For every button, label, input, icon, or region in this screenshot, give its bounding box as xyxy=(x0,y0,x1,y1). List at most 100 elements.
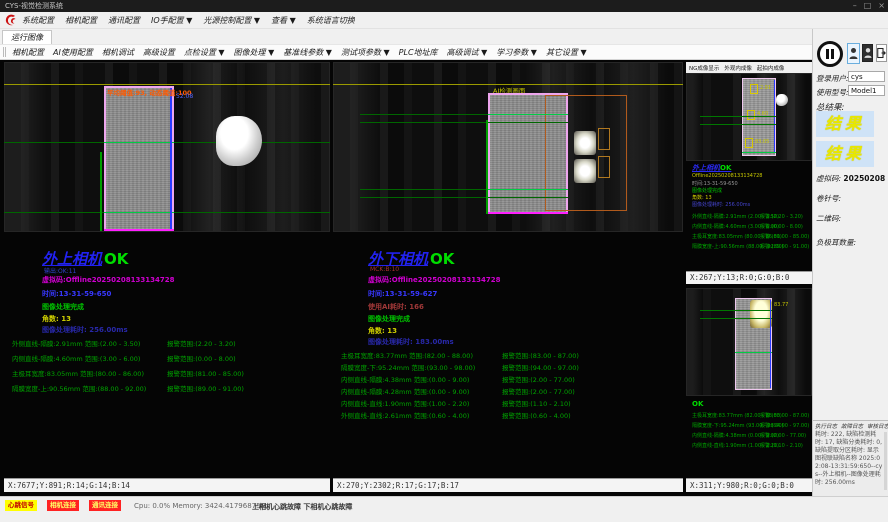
mid-corner-count: 角数: 13 xyxy=(368,326,397,336)
mid-bottom-line-magenta xyxy=(488,212,568,214)
tool-camera-debug[interactable]: 相机调试 xyxy=(102,47,134,58)
menu-view[interactable]: 查看 ▼ xyxy=(271,15,296,26)
minimize-icon[interactable]: – xyxy=(853,0,857,12)
mid-measurement-row: 内侧直线-隔膜:4.38mm 范围:(0.00 - 9.00) 报警范围:(2.… xyxy=(341,374,469,384)
maximize-icon[interactable]: □ xyxy=(864,0,872,12)
mid-measure-line xyxy=(360,122,568,123)
left-output-sub: 输出:OK:11 xyxy=(44,266,76,275)
model-label: 使用型号: xyxy=(816,87,849,98)
alarm-range: 报警:(2.00 - 77.00) xyxy=(760,432,806,439)
ng-defect-box xyxy=(750,84,758,94)
logout-button[interactable] xyxy=(876,44,887,62)
measurement-text: 内侧直线-隔膜:4.28mm 范围:(0.00 - 9.00) xyxy=(341,388,469,396)
alarm-range: 报警:(94.00 - 97.00) xyxy=(760,422,809,429)
left-process-status: 图像处理完成 xyxy=(42,302,84,312)
ng-tab-start[interactable]: 起拍内成像 xyxy=(757,64,785,72)
ng-measurement-row: 外侧直线-隔膜:2.91mm (2.00 - 3.50) 报警:(2.20 - … xyxy=(692,213,779,220)
log-scrollbar[interactable] xyxy=(884,432,887,490)
mid-measurement-row: 内侧直线-隔膜:4.28mm 范围:(0.00 - 9.00) 报警范围:(2.… xyxy=(341,386,469,396)
log-tab-audit[interactable]: 审核日志 xyxy=(867,422,888,430)
left-corner-count: 角数: 13 xyxy=(42,314,71,324)
aux-bright-region xyxy=(750,300,772,328)
barcode-label: 虚拟码: 20250208 xyxy=(816,173,885,184)
log-tab-fault[interactable]: 故障日志 xyxy=(841,422,863,430)
mid-edge-line-green xyxy=(486,120,488,214)
ng-corner-count: 角数: 13 xyxy=(692,194,712,201)
mid-status-ok: OK xyxy=(428,250,454,268)
ng-measurement-row: 主极耳宽度:83.05mm (80.00 - 86.00) 报警:(81.00 … xyxy=(692,233,782,240)
ng-process-status: 图像处理完成 xyxy=(692,187,722,194)
login-user-field[interactable]: cys xyxy=(848,71,885,82)
left-roi-rect xyxy=(104,86,174,231)
menu-system-config[interactable]: 系统配置 xyxy=(22,15,54,26)
ng-measurement-row: 内侧直线-隔膜:4.60mm (3.00 - 6.00) 报警:(0.00 - … xyxy=(692,223,779,230)
aux-measure-line xyxy=(700,310,772,311)
measurement-text: 隔膜宽度-上:90.56mm 范围:(88.00 - 92.00) xyxy=(12,385,146,393)
measurement-text: 主极耳宽度:83.77mm 范围:(82.00 - 88.00) xyxy=(341,352,473,360)
left-elapsed: 图像处理耗时: 256.00ms xyxy=(42,325,128,335)
tab-strip: 运行图像 xyxy=(0,29,812,44)
user-icon xyxy=(849,47,858,60)
left-time: 时间:13-31-59-650 xyxy=(42,289,111,299)
log-tab-run[interactable]: 执行日志 xyxy=(815,422,837,430)
menu-light-config[interactable]: 光源控制配置 ▼ xyxy=(203,15,260,26)
ng-tab-display[interactable]: NG成像显示 xyxy=(689,64,719,72)
tool-ai-config[interactable]: AI使用配置 xyxy=(53,47,93,58)
left-measure-line-bright xyxy=(104,212,174,213)
ng-measure-line-bright xyxy=(742,152,776,153)
measurement-text: 外侧直线-隔膜:2.91mm 范围:(2.00 - 3.50) xyxy=(12,340,140,348)
ng-defect-label: 83.05 xyxy=(755,139,769,145)
mid-output-sub: MCK:B:10 xyxy=(370,266,399,273)
camera-link-badge: 相机连接 xyxy=(47,500,79,511)
menu-comm-config[interactable]: 通讯配置 xyxy=(108,15,140,26)
menu-io-config[interactable]: IO手配置 ▼ xyxy=(151,15,192,26)
alarm-range: 报警:(89.00 - 91.00) xyxy=(760,243,809,250)
tool-spot-check[interactable]: 点检设置 ▼ xyxy=(184,47,225,58)
operator-user-button[interactable] xyxy=(847,43,860,64)
aux-measurement-row: 隔膜宽度-下:95.24mm (93.00 - 98.00) 报警:(94.00… xyxy=(692,422,784,429)
mid-measurement-row: 外侧直线-直线:2.61mm 范围:(0.60 - 4.00) 报警范围:(0.… xyxy=(341,410,469,420)
aux-edge-line-blue xyxy=(770,300,771,388)
tool-image-processing[interactable]: 图像处理 ▼ xyxy=(234,47,275,58)
mid-measure-line-bright xyxy=(488,114,568,115)
window-controls: – □ × xyxy=(853,0,885,12)
mid-barcode: 虚拟码:Offline20250208133134728 xyxy=(368,275,501,285)
tool-advanced-settings[interactable]: 高级设置 xyxy=(143,47,175,58)
result-block-1: 结果 xyxy=(816,111,874,137)
model-field[interactable]: Model1 xyxy=(848,85,885,96)
left-measurement-row: 隔膜宽度-上:90.56mm 范围:(88.00 - 92.00) 报警范围:(… xyxy=(12,383,146,393)
close-icon[interactable]: × xyxy=(878,0,885,12)
ng-measurement-row: 隔膜宽度-上:90.56mm (88.00 - 92.00) 报警:(89.00… xyxy=(692,243,784,250)
mid-time: 时间:13-31-59-627 xyxy=(368,289,437,299)
tool-test-params[interactable]: 测试项参数 ▼ xyxy=(341,47,390,58)
menu-camera-config[interactable]: 相机配置 xyxy=(65,15,97,26)
mid-measurement-row: 主极耳宽度:83.77mm 范围:(82.00 - 88.00) 报警范围:(8… xyxy=(341,350,473,360)
aux-measurement-row: 内侧直线-隔膜:4.38mm (0.00 - 9.00) 报警:(2.00 - … xyxy=(692,432,779,439)
tool-advanced-debug[interactable]: 高级调试 ▼ xyxy=(447,47,488,58)
ng-defect-box xyxy=(745,138,753,148)
mid-pixel-readout: X:270;Y:2302;R:17;G:17;B:17 xyxy=(333,478,683,492)
measurement-text: 内侧直线-隔膜:4.38mm 范围:(0.00 - 9.00) xyxy=(341,376,469,384)
barcode-label-text: 虚拟码: xyxy=(816,174,841,183)
mid-glare-spot xyxy=(574,131,596,155)
mid-measurement-row: 内侧直线-直线:1.90mm 范围:(1.00 - 2.20) 报警范围:(1.… xyxy=(341,398,469,408)
alarm-range: 报警:(81.00 - 85.00) xyxy=(760,233,809,240)
menu-bar: 系统配置 相机配置 通讯配置 IO手配置 ▼ 光源控制配置 ▼ 查看 ▼ 系统语… xyxy=(0,12,888,29)
admin-user-button[interactable] xyxy=(862,44,873,62)
tool-plc-address[interactable]: PLC地址库 xyxy=(399,47,438,58)
tool-other-settings[interactable]: 其它设置 ▼ xyxy=(546,47,587,58)
tool-learning-params[interactable]: 学习参数 ▼ xyxy=(496,47,537,58)
mid-measure-line-bright xyxy=(488,189,568,190)
barcode-value: 20250208 xyxy=(843,174,885,183)
user-icon xyxy=(864,47,872,59)
tool-camera-config[interactable]: 相机配置 xyxy=(12,47,44,58)
tab-run-image[interactable]: 运行图像 xyxy=(2,30,52,44)
ng-tab-outer[interactable]: 外观内成像 xyxy=(724,64,752,72)
menu-language-switch[interactable]: 系统语言切换 xyxy=(307,15,355,26)
aux-measurement-row: 主极耳宽度:83.77mm (82.00 - 88.00) 报警:(83.00 … xyxy=(692,412,782,419)
tool-baseline-params[interactable]: 基准线参数 ▼ xyxy=(283,47,332,58)
tool-bar: 相机配置 AI使用配置 相机调试 高级设置 点检设置 ▼ 图像处理 ▼ 基准线参… xyxy=(0,44,812,60)
left-barcode: 虚拟码:Offline20250208133134728 xyxy=(42,275,175,285)
ng-barcode: Offline20250208133134728 xyxy=(692,173,762,179)
pause-button[interactable] xyxy=(817,41,843,67)
